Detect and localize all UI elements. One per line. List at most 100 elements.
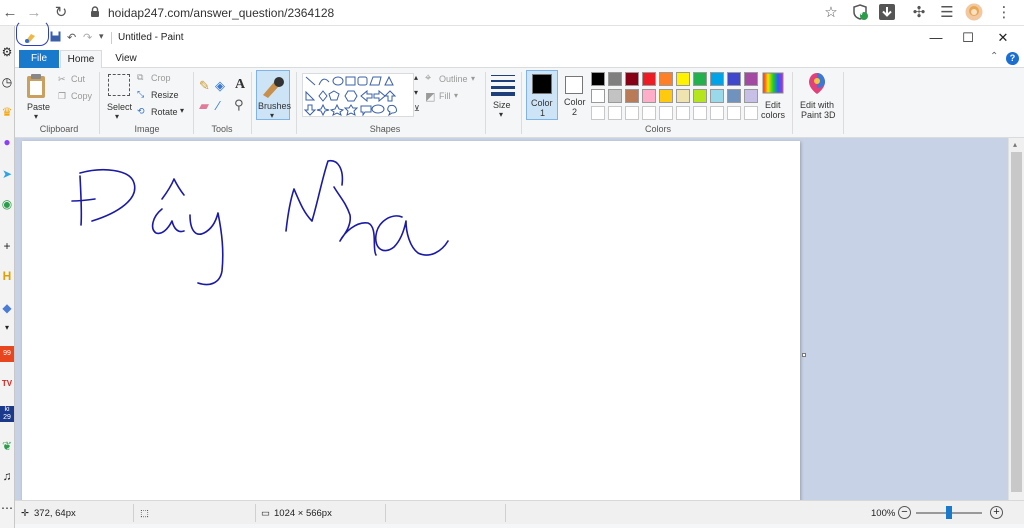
- color1-button[interactable]: Color 1: [526, 70, 558, 120]
- fill-bucket-icon[interactable]: ◈: [215, 78, 225, 94]
- eraser-icon[interactable]: ▰: [199, 98, 209, 114]
- paint3d-icon[interactable]: [807, 71, 827, 95]
- color-swatch[interactable]: [608, 72, 622, 86]
- leaf-icon[interactable]: ❦: [0, 438, 14, 454]
- gear-icon[interactable]: ⚙: [0, 44, 14, 60]
- edit-colors-line1[interactable]: Edit: [765, 100, 781, 110]
- paint3d-line1[interactable]: Edit with: [800, 100, 834, 110]
- magnifier-icon[interactable]: ⚲: [234, 97, 244, 113]
- color-swatch[interactable]: [676, 72, 690, 86]
- zoom-out-button[interactable]: −: [898, 506, 911, 519]
- color-swatch[interactable]: [710, 72, 724, 86]
- crown-icon[interactable]: ♛: [0, 104, 14, 120]
- badge-29[interactable]: ki 29: [0, 406, 14, 422]
- crop-button[interactable]: Crop: [151, 73, 171, 83]
- puzzle-extension-icon[interactable]: ✣: [909, 3, 929, 23]
- download-icon[interactable]: [877, 3, 897, 23]
- color-swatch[interactable]: [659, 72, 673, 86]
- vertical-scrollbar[interactable]: ▴: [1008, 138, 1024, 500]
- size-dropdown-icon[interactable]: ▾: [499, 110, 503, 119]
- custom-color-slot[interactable]: [744, 106, 758, 120]
- custom-color-slot[interactable]: [710, 106, 724, 120]
- color-swatch[interactable]: [744, 72, 758, 86]
- maximize-button[interactable]: ☐: [955, 29, 981, 47]
- color-swatch[interactable]: [591, 89, 605, 103]
- custom-color-slot[interactable]: [727, 106, 741, 120]
- custom-color-slot[interactable]: [659, 106, 673, 120]
- shapes-expand-icon[interactable]: ⊻: [414, 104, 420, 113]
- paint3d-line2[interactable]: Paint 3D: [801, 110, 836, 120]
- outline-dropdown-icon[interactable]: ▾: [471, 74, 475, 83]
- edit-colors-line2[interactable]: colors: [761, 110, 785, 120]
- color-swatch[interactable]: [676, 89, 690, 103]
- tab-view[interactable]: View: [111, 50, 141, 68]
- paste-button[interactable]: Paste: [27, 102, 50, 112]
- caret-down-icon[interactable]: ▾: [0, 320, 14, 336]
- custom-color-slot[interactable]: [591, 106, 605, 120]
- select-dropdown-icon[interactable]: ▾: [115, 112, 119, 121]
- game-icon[interactable]: ◉: [0, 196, 14, 212]
- h-app-icon[interactable]: H: [0, 268, 14, 284]
- custom-color-slot[interactable]: [608, 106, 622, 120]
- fill-dropdown-icon[interactable]: ▾: [454, 91, 458, 100]
- color-swatch[interactable]: [693, 89, 707, 103]
- color-swatch[interactable]: [727, 72, 741, 86]
- color-swatch[interactable]: [727, 89, 741, 103]
- collapse-ribbon-icon[interactable]: ⌃: [990, 51, 998, 62]
- color-swatch[interactable]: [744, 89, 758, 103]
- more-menu-icon[interactable]: ⋮: [994, 3, 1014, 23]
- fill-button[interactable]: Fill: [439, 91, 451, 101]
- select-button[interactable]: Select: [107, 102, 132, 112]
- tab-file[interactable]: File: [19, 50, 59, 68]
- color-swatch[interactable]: [710, 89, 724, 103]
- text-tool-icon[interactable]: A: [235, 77, 245, 93]
- profile-avatar[interactable]: [964, 3, 984, 23]
- resize-button[interactable]: Resize: [151, 90, 179, 100]
- paste-icon[interactable]: [25, 72, 49, 100]
- address-bar[interactable]: hoidap247.com/answer_question/2364128: [108, 6, 334, 20]
- copy-button[interactable]: Copy: [71, 91, 92, 101]
- color-swatch[interactable]: [625, 72, 639, 86]
- save-icon[interactable]: [50, 31, 61, 45]
- bell-icon[interactable]: ♫: [0, 468, 14, 484]
- scroll-up-icon[interactable]: ▴: [1013, 140, 1017, 149]
- color-swatch[interactable]: [608, 89, 622, 103]
- color-swatch[interactable]: [642, 72, 656, 86]
- zoom-slider-thumb[interactable]: [946, 506, 952, 519]
- shapes-scroll-down-icon[interactable]: ▾: [414, 88, 418, 97]
- tab-home[interactable]: Home: [60, 50, 102, 69]
- telegram-icon[interactable]: ➤: [0, 166, 14, 182]
- select-icon[interactable]: [108, 74, 130, 96]
- tv-icon[interactable]: TV: [0, 376, 14, 392]
- custom-color-slot[interactable]: [676, 106, 690, 120]
- canvas-resize-handle-right[interactable]: [802, 353, 806, 357]
- color-swatch[interactable]: [693, 72, 707, 86]
- minimize-button[interactable]: —: [923, 29, 949, 47]
- paste-dropdown-icon[interactable]: ▾: [34, 112, 38, 121]
- color-swatch[interactable]: [659, 89, 673, 103]
- color-swatch[interactable]: [642, 89, 656, 103]
- shapes-scroll-up-icon[interactable]: ▴: [414, 73, 418, 82]
- color-swatch[interactable]: [625, 89, 639, 103]
- close-button[interactable]: ✕: [990, 29, 1016, 47]
- zoom-in-button[interactable]: +: [990, 506, 1003, 519]
- edit-colors-icon[interactable]: [762, 72, 784, 94]
- messenger-icon[interactable]: ●: [0, 134, 14, 150]
- color-swatch[interactable]: [591, 72, 605, 86]
- custom-color-slot[interactable]: [693, 106, 707, 120]
- color2-button[interactable]: Color 2: [562, 70, 592, 120]
- back-arrow-icon[interactable]: ←: [0, 3, 20, 23]
- redo-icon[interactable]: ↷: [83, 31, 92, 44]
- color-picker-icon[interactable]: ⁄: [217, 98, 219, 113]
- add-icon[interactable]: +: [0, 238, 14, 254]
- reload-icon[interactable]: ↻: [51, 3, 71, 23]
- size-icon[interactable]: [491, 74, 515, 96]
- shapes-gallery[interactable]: [302, 73, 414, 117]
- brushes-button[interactable]: Brushes ▾: [256, 70, 291, 120]
- star-icon[interactable]: ☆: [821, 3, 841, 23]
- history-icon[interactable]: ◷: [0, 74, 14, 90]
- customize-quick-access-icon[interactable]: ▾: [99, 31, 104, 42]
- pencil-icon[interactable]: ✎: [199, 78, 210, 94]
- size-button[interactable]: Size: [493, 100, 511, 110]
- outline-button[interactable]: Outline: [439, 74, 468, 84]
